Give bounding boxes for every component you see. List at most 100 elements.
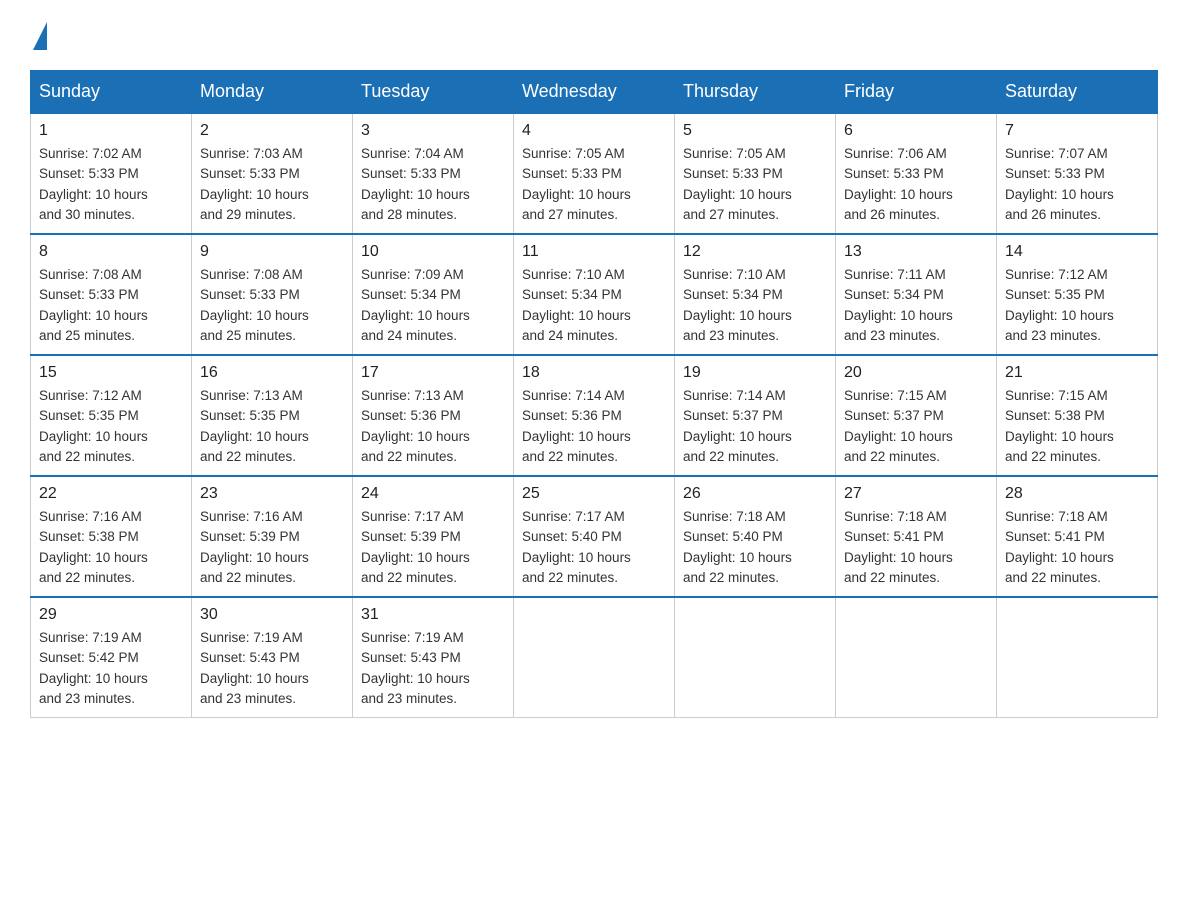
calendar-cell: 5 Sunrise: 7:05 AMSunset: 5:33 PMDaylight… <box>675 113 836 234</box>
day-number: 8 <box>39 243 183 261</box>
day-info: Sunrise: 7:14 AMSunset: 5:36 PMDaylight:… <box>522 386 666 467</box>
day-info: Sunrise: 7:10 AMSunset: 5:34 PMDaylight:… <box>683 265 827 346</box>
day-number: 18 <box>522 364 666 382</box>
day-info: Sunrise: 7:18 AMSunset: 5:40 PMDaylight:… <box>683 507 827 588</box>
day-number: 15 <box>39 364 183 382</box>
header-tuesday: Tuesday <box>353 71 514 114</box>
day-info: Sunrise: 7:19 AMSunset: 5:43 PMDaylight:… <box>361 628 505 709</box>
calendar-cell <box>675 597 836 718</box>
logo-triangle-icon <box>33 22 47 50</box>
calendar-cell: 28Sunrise: 7:18 AMSunset: 5:41 PMDayligh… <box>997 476 1158 597</box>
day-info: Sunrise: 7:03 AMSunset: 5:33 PMDaylight:… <box>200 144 344 225</box>
calendar-cell: 4 Sunrise: 7:05 AMSunset: 5:33 PMDaylight… <box>514 113 675 234</box>
day-number: 5 <box>683 122 827 140</box>
day-number: 13 <box>844 243 988 261</box>
calendar-cell: 26Sunrise: 7:18 AMSunset: 5:40 PMDayligh… <box>675 476 836 597</box>
day-info: Sunrise: 7:16 AMSunset: 5:39 PMDaylight:… <box>200 507 344 588</box>
day-info: Sunrise: 7:18 AMSunset: 5:41 PMDaylight:… <box>844 507 988 588</box>
calendar-cell <box>514 597 675 718</box>
day-info: Sunrise: 7:17 AMSunset: 5:39 PMDaylight:… <box>361 507 505 588</box>
day-info: Sunrise: 7:07 AMSunset: 5:33 PMDaylight:… <box>1005 144 1149 225</box>
calendar-cell: 25 Sunrise: 7:17 AMSunset: 5:40 PMDayligh… <box>514 476 675 597</box>
calendar-cell: 23 Sunrise: 7:16 AMSunset: 5:39 PMDayligh… <box>192 476 353 597</box>
day-number: 6 <box>844 122 988 140</box>
calendar-cell: 21Sunrise: 7:15 AMSunset: 5:38 PMDayligh… <box>997 355 1158 476</box>
calendar-header: SundayMondayTuesdayWednesdayThursdayFrid… <box>31 71 1158 114</box>
calendar-cell: 14Sunrise: 7:12 AMSunset: 5:35 PMDayligh… <box>997 234 1158 355</box>
calendar-cell: 6Sunrise: 7:06 AMSunset: 5:33 PMDaylight… <box>836 113 997 234</box>
day-number: 4 <box>522 122 666 140</box>
day-number: 27 <box>844 485 988 503</box>
day-info: Sunrise: 7:11 AMSunset: 5:34 PMDaylight:… <box>844 265 988 346</box>
calendar-cell: 22Sunrise: 7:16 AMSunset: 5:38 PMDayligh… <box>31 476 192 597</box>
day-info: Sunrise: 7:19 AMSunset: 5:43 PMDaylight:… <box>200 628 344 709</box>
day-info: Sunrise: 7:14 AMSunset: 5:37 PMDaylight:… <box>683 386 827 467</box>
calendar-cell: 10Sunrise: 7:09 AMSunset: 5:34 PMDayligh… <box>353 234 514 355</box>
header-sunday: Sunday <box>31 71 192 114</box>
day-number: 23 <box>200 485 344 503</box>
day-info: Sunrise: 7:12 AMSunset: 5:35 PMDaylight:… <box>39 386 183 467</box>
header-friday: Friday <box>836 71 997 114</box>
day-number: 16 <box>200 364 344 382</box>
calendar-body: 1Sunrise: 7:02 AMSunset: 5:33 PMDaylight… <box>31 113 1158 718</box>
calendar-cell: 9 Sunrise: 7:08 AMSunset: 5:33 PMDaylight… <box>192 234 353 355</box>
week-row-1: 1Sunrise: 7:02 AMSunset: 5:33 PMDaylight… <box>31 113 1158 234</box>
header-wednesday: Wednesday <box>514 71 675 114</box>
calendar-cell: 16 Sunrise: 7:13 AMSunset: 5:35 PMDayligh… <box>192 355 353 476</box>
logo <box>30 20 49 50</box>
calendar-cell: 24 Sunrise: 7:17 AMSunset: 5:39 PMDayligh… <box>353 476 514 597</box>
day-number: 7 <box>1005 122 1149 140</box>
week-row-5: 29 Sunrise: 7:19 AMSunset: 5:42 PMDayligh… <box>31 597 1158 718</box>
day-info: Sunrise: 7:05 AMSunset: 5:33 PMDaylight:… <box>683 144 827 225</box>
calendar-table: SundayMondayTuesdayWednesdayThursdayFrid… <box>30 70 1158 718</box>
calendar-cell: 29 Sunrise: 7:19 AMSunset: 5:42 PMDayligh… <box>31 597 192 718</box>
week-row-4: 22Sunrise: 7:16 AMSunset: 5:38 PMDayligh… <box>31 476 1158 597</box>
calendar-cell: 31 Sunrise: 7:19 AMSunset: 5:43 PMDayligh… <box>353 597 514 718</box>
day-info: Sunrise: 7:12 AMSunset: 5:35 PMDaylight:… <box>1005 265 1149 346</box>
calendar-cell <box>997 597 1158 718</box>
day-number: 2 <box>200 122 344 140</box>
day-info: Sunrise: 7:17 AMSunset: 5:40 PMDaylight:… <box>522 507 666 588</box>
day-number: 1 <box>39 122 183 140</box>
calendar-cell: 18 Sunrise: 7:14 AMSunset: 5:36 PMDayligh… <box>514 355 675 476</box>
day-number: 9 <box>200 243 344 261</box>
calendar-cell: 17Sunrise: 7:13 AMSunset: 5:36 PMDayligh… <box>353 355 514 476</box>
calendar-cell: 11 Sunrise: 7:10 AMSunset: 5:34 PMDayligh… <box>514 234 675 355</box>
page-header <box>30 20 1158 50</box>
day-number: 24 <box>361 485 505 503</box>
day-number: 3 <box>361 122 505 140</box>
day-info: Sunrise: 7:16 AMSunset: 5:38 PMDaylight:… <box>39 507 183 588</box>
day-number: 30 <box>200 606 344 624</box>
day-info: Sunrise: 7:18 AMSunset: 5:41 PMDaylight:… <box>1005 507 1149 588</box>
calendar-cell: 15 Sunrise: 7:12 AMSunset: 5:35 PMDayligh… <box>31 355 192 476</box>
calendar-cell: 19 Sunrise: 7:14 AMSunset: 5:37 PMDayligh… <box>675 355 836 476</box>
calendar-cell: 20Sunrise: 7:15 AMSunset: 5:37 PMDayligh… <box>836 355 997 476</box>
calendar-cell: 2 Sunrise: 7:03 AMSunset: 5:33 PMDaylight… <box>192 113 353 234</box>
day-number: 25 <box>522 485 666 503</box>
day-info: Sunrise: 7:08 AMSunset: 5:33 PMDaylight:… <box>200 265 344 346</box>
day-info: Sunrise: 7:15 AMSunset: 5:37 PMDaylight:… <box>844 386 988 467</box>
week-row-3: 15 Sunrise: 7:12 AMSunset: 5:35 PMDayligh… <box>31 355 1158 476</box>
day-info: Sunrise: 7:13 AMSunset: 5:35 PMDaylight:… <box>200 386 344 467</box>
header-monday: Monday <box>192 71 353 114</box>
calendar-cell: 30 Sunrise: 7:19 AMSunset: 5:43 PMDayligh… <box>192 597 353 718</box>
day-info: Sunrise: 7:04 AMSunset: 5:33 PMDaylight:… <box>361 144 505 225</box>
day-number: 19 <box>683 364 827 382</box>
day-number: 11 <box>522 243 666 261</box>
day-info: Sunrise: 7:13 AMSunset: 5:36 PMDaylight:… <box>361 386 505 467</box>
calendar-cell: 27 Sunrise: 7:18 AMSunset: 5:41 PMDayligh… <box>836 476 997 597</box>
day-number: 21 <box>1005 364 1149 382</box>
day-number: 10 <box>361 243 505 261</box>
calendar-cell: 8 Sunrise: 7:08 AMSunset: 5:33 PMDaylight… <box>31 234 192 355</box>
day-info: Sunrise: 7:19 AMSunset: 5:42 PMDaylight:… <box>39 628 183 709</box>
header-saturday: Saturday <box>997 71 1158 114</box>
calendar-cell: 1Sunrise: 7:02 AMSunset: 5:33 PMDaylight… <box>31 113 192 234</box>
day-number: 29 <box>39 606 183 624</box>
calendar-cell: 13 Sunrise: 7:11 AMSunset: 5:34 PMDayligh… <box>836 234 997 355</box>
day-info: Sunrise: 7:10 AMSunset: 5:34 PMDaylight:… <box>522 265 666 346</box>
day-info: Sunrise: 7:08 AMSunset: 5:33 PMDaylight:… <box>39 265 183 346</box>
calendar-cell <box>836 597 997 718</box>
day-info: Sunrise: 7:05 AMSunset: 5:33 PMDaylight:… <box>522 144 666 225</box>
day-number: 31 <box>361 606 505 624</box>
calendar-cell: 12Sunrise: 7:10 AMSunset: 5:34 PMDayligh… <box>675 234 836 355</box>
